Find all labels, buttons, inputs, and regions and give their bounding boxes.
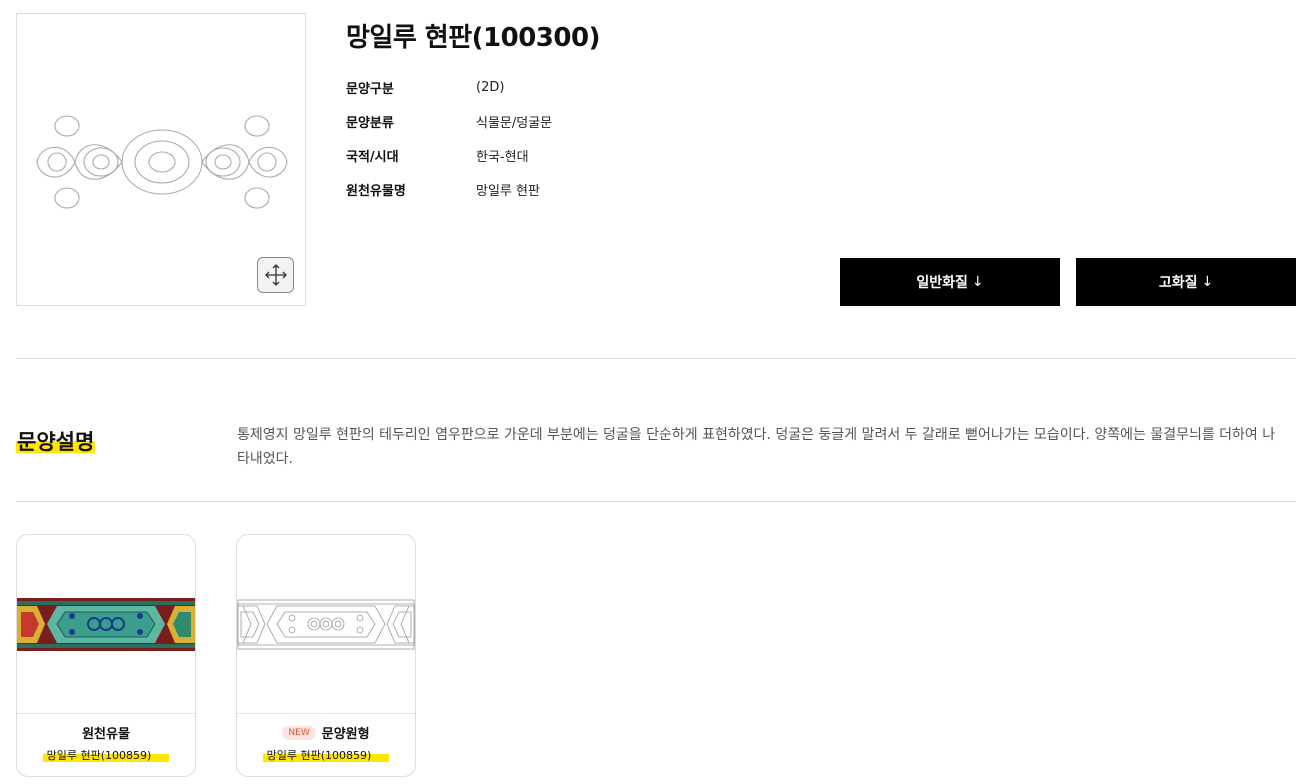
card-title: 문양원형 xyxy=(321,727,370,742)
download-normal-label: 일반화질 xyxy=(916,275,968,291)
zoom-button[interactable] xyxy=(257,257,294,293)
divider xyxy=(16,358,1296,359)
download-arrow-icon: ↓ xyxy=(1201,274,1214,290)
meta-table: 문양구분 (2D) 문양분류 식물문/덩굴문 국적/시대 한국-현대 원천유물명… xyxy=(346,70,552,206)
meta-row: 원천유물명 망일루 현판 xyxy=(346,172,552,206)
meta-value: (2D) xyxy=(476,79,505,95)
card-subtitle-text: 망일루 현판(100859) xyxy=(262,749,390,762)
meta-row: 문양구분 (2D) xyxy=(346,70,552,104)
new-badge: NEW xyxy=(282,725,316,740)
source-artifact-image xyxy=(17,598,195,651)
meta-key: 원천유물명 xyxy=(346,183,406,199)
card-subtitle: 망일루 현판(100859) xyxy=(17,747,195,763)
meta-key: 국적/시대 xyxy=(346,149,399,165)
move-arrows-icon xyxy=(264,264,287,286)
pattern-original-image xyxy=(237,598,415,651)
page-title: 망일루 현판(100300) xyxy=(346,23,600,53)
meta-value: 식물문/덩굴문 xyxy=(476,115,553,131)
card-title: 원천유물 xyxy=(82,727,130,742)
card-divider xyxy=(237,713,415,714)
meta-row: 국적/시대 한국-현대 xyxy=(346,138,552,172)
related-card-source[interactable]: 원천유물 망일루 현판(100859) xyxy=(16,534,196,777)
card-label: 원천유물 xyxy=(17,723,195,742)
meta-key: 문양분류 xyxy=(346,115,394,131)
card-subtitle: 망일루 현판(100859) xyxy=(237,747,415,763)
card-divider xyxy=(17,713,195,714)
card-label: NEW 문양원형 xyxy=(237,723,415,742)
section-heading: 문양설명 xyxy=(16,426,96,456)
related-card-pattern[interactable]: NEW 문양원형 망일루 현판(100859) xyxy=(236,534,416,777)
download-high-button[interactable]: 고화질 ↓ xyxy=(1076,258,1296,306)
download-arrow-icon: ↓ xyxy=(971,274,984,290)
meta-value: 한국-현대 xyxy=(476,149,529,165)
download-normal-button[interactable]: 일반화질 ↓ xyxy=(840,258,1060,306)
meta-row: 문양분류 식물문/덩굴문 xyxy=(346,104,552,138)
pattern-line-drawing xyxy=(36,115,288,209)
meta-key: 문양구분 xyxy=(346,81,394,97)
pattern-description: 통제영지 망일루 현판의 테두리인 염우판으로 가운데 부분에는 덩굴을 단순하… xyxy=(237,427,1276,467)
card-subtitle-text: 망일루 현판(100859) xyxy=(42,749,170,762)
meta-value: 망일루 현판 xyxy=(476,183,540,199)
download-high-label: 고화질 xyxy=(1158,275,1198,291)
pattern-thumbnail xyxy=(16,13,306,306)
divider xyxy=(16,501,1296,502)
section-heading-text: 문양설명 xyxy=(16,430,96,454)
